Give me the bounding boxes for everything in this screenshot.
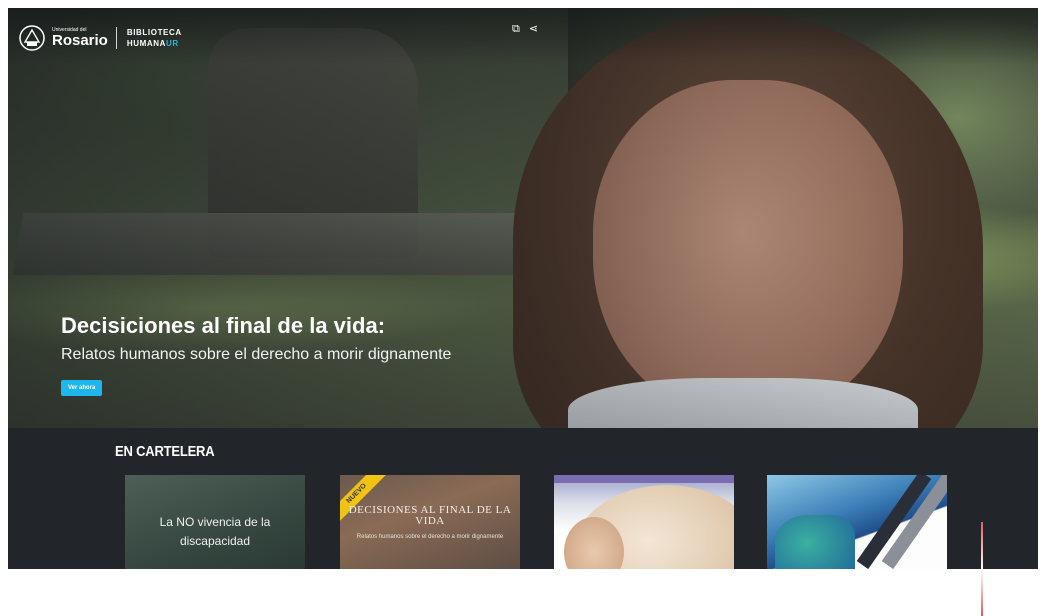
- library-wordmark: BIBLIOTECA HUMANAUR: [127, 27, 182, 49]
- card-title: DECISIONES AL FINAL DE LA VIDA: [348, 504, 512, 527]
- site-logo[interactable]: Universidad del Rosario BIBLIOTECA HUMAN…: [18, 24, 182, 52]
- card-discapacidad[interactable]: La NO vivencia de la discapacidad: [125, 475, 305, 569]
- collage-map: [775, 515, 855, 569]
- top-icons: ⧉ ⋖: [512, 23, 538, 35]
- cartelera-section: EN CARTELERA La NO vivencia de la discap…: [8, 428, 1038, 616]
- hero-subtitle: Relatos humanos sobre el derecho a morir…: [61, 346, 452, 363]
- next-card-edge[interactable]: [981, 522, 983, 616]
- card-head-wrap[interactable]: [554, 475, 734, 569]
- card-text: La NO vivencia de la discapacidad: [159, 515, 271, 548]
- watch-now-button[interactable]: Ver ahora: [61, 380, 103, 396]
- library-line1: BIBLIOTECA: [126, 28, 182, 37]
- logo-divider: [115, 27, 117, 49]
- library-line2-accent: UR: [166, 39, 179, 48]
- card-map-collage[interactable]: [767, 475, 947, 569]
- hero-title: Decisiciones al final de la vida:: [61, 313, 386, 338]
- card-band: [554, 475, 734, 483]
- card-decisiones[interactable]: NUEVO DECISIONES AL FINAL DE LA VIDA Rel…: [340, 475, 520, 569]
- university-name: Rosario: [52, 32, 108, 49]
- share-icon[interactable]: ⋖: [529, 23, 538, 35]
- hero-banner: Universidad del Rosario BIBLIOTECA HUMAN…: [8, 8, 1038, 428]
- section-title: EN CARTELERA: [115, 442, 215, 460]
- library-line2-main: HUMANA: [126, 39, 167, 48]
- library-line2: HUMANAUR: [127, 38, 182, 49]
- hero-overlay: [8, 8, 1038, 428]
- cards-row: La NO vivencia de la discapacidad NUEVO …: [8, 475, 1038, 616]
- university-seal-icon: [19, 25, 45, 51]
- window-icon[interactable]: ⧉: [512, 23, 520, 35]
- university-wordmark: Universidad del Rosario: [52, 28, 108, 49]
- card-subtitle: Relatos humanos sobre el derecho a morir…: [356, 534, 504, 540]
